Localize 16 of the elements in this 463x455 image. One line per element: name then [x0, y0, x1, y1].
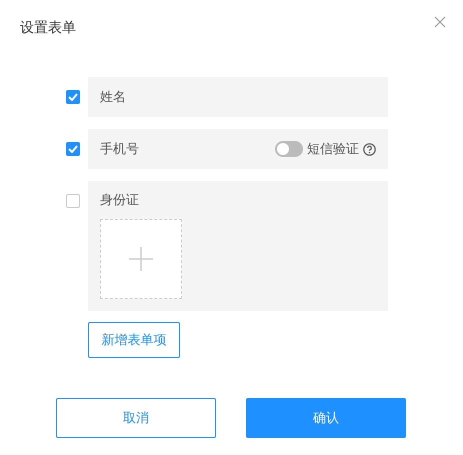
checkbox[interactable] — [66, 142, 80, 156]
dialog-title: 设置表单 — [20, 19, 76, 37]
field-label: 手机号 — [100, 141, 139, 158]
add-field-button[interactable]: 新增表单项 — [88, 322, 180, 358]
checkbox[interactable] — [66, 90, 80, 104]
field-label: 身份证 — [100, 192, 139, 209]
confirm-button[interactable]: 确认 — [246, 398, 406, 438]
upload-area[interactable] — [100, 219, 182, 299]
plus-icon — [129, 247, 153, 271]
help-icon[interactable] — [363, 142, 376, 156]
field-label: 姓名 — [100, 89, 126, 106]
toggle-switch[interactable] — [275, 141, 303, 157]
toggle-label: 短信验证 — [307, 141, 359, 158]
checkbox[interactable] — [66, 194, 80, 208]
cancel-button[interactable]: 取消 — [56, 398, 216, 438]
close-icon[interactable] — [434, 16, 446, 28]
